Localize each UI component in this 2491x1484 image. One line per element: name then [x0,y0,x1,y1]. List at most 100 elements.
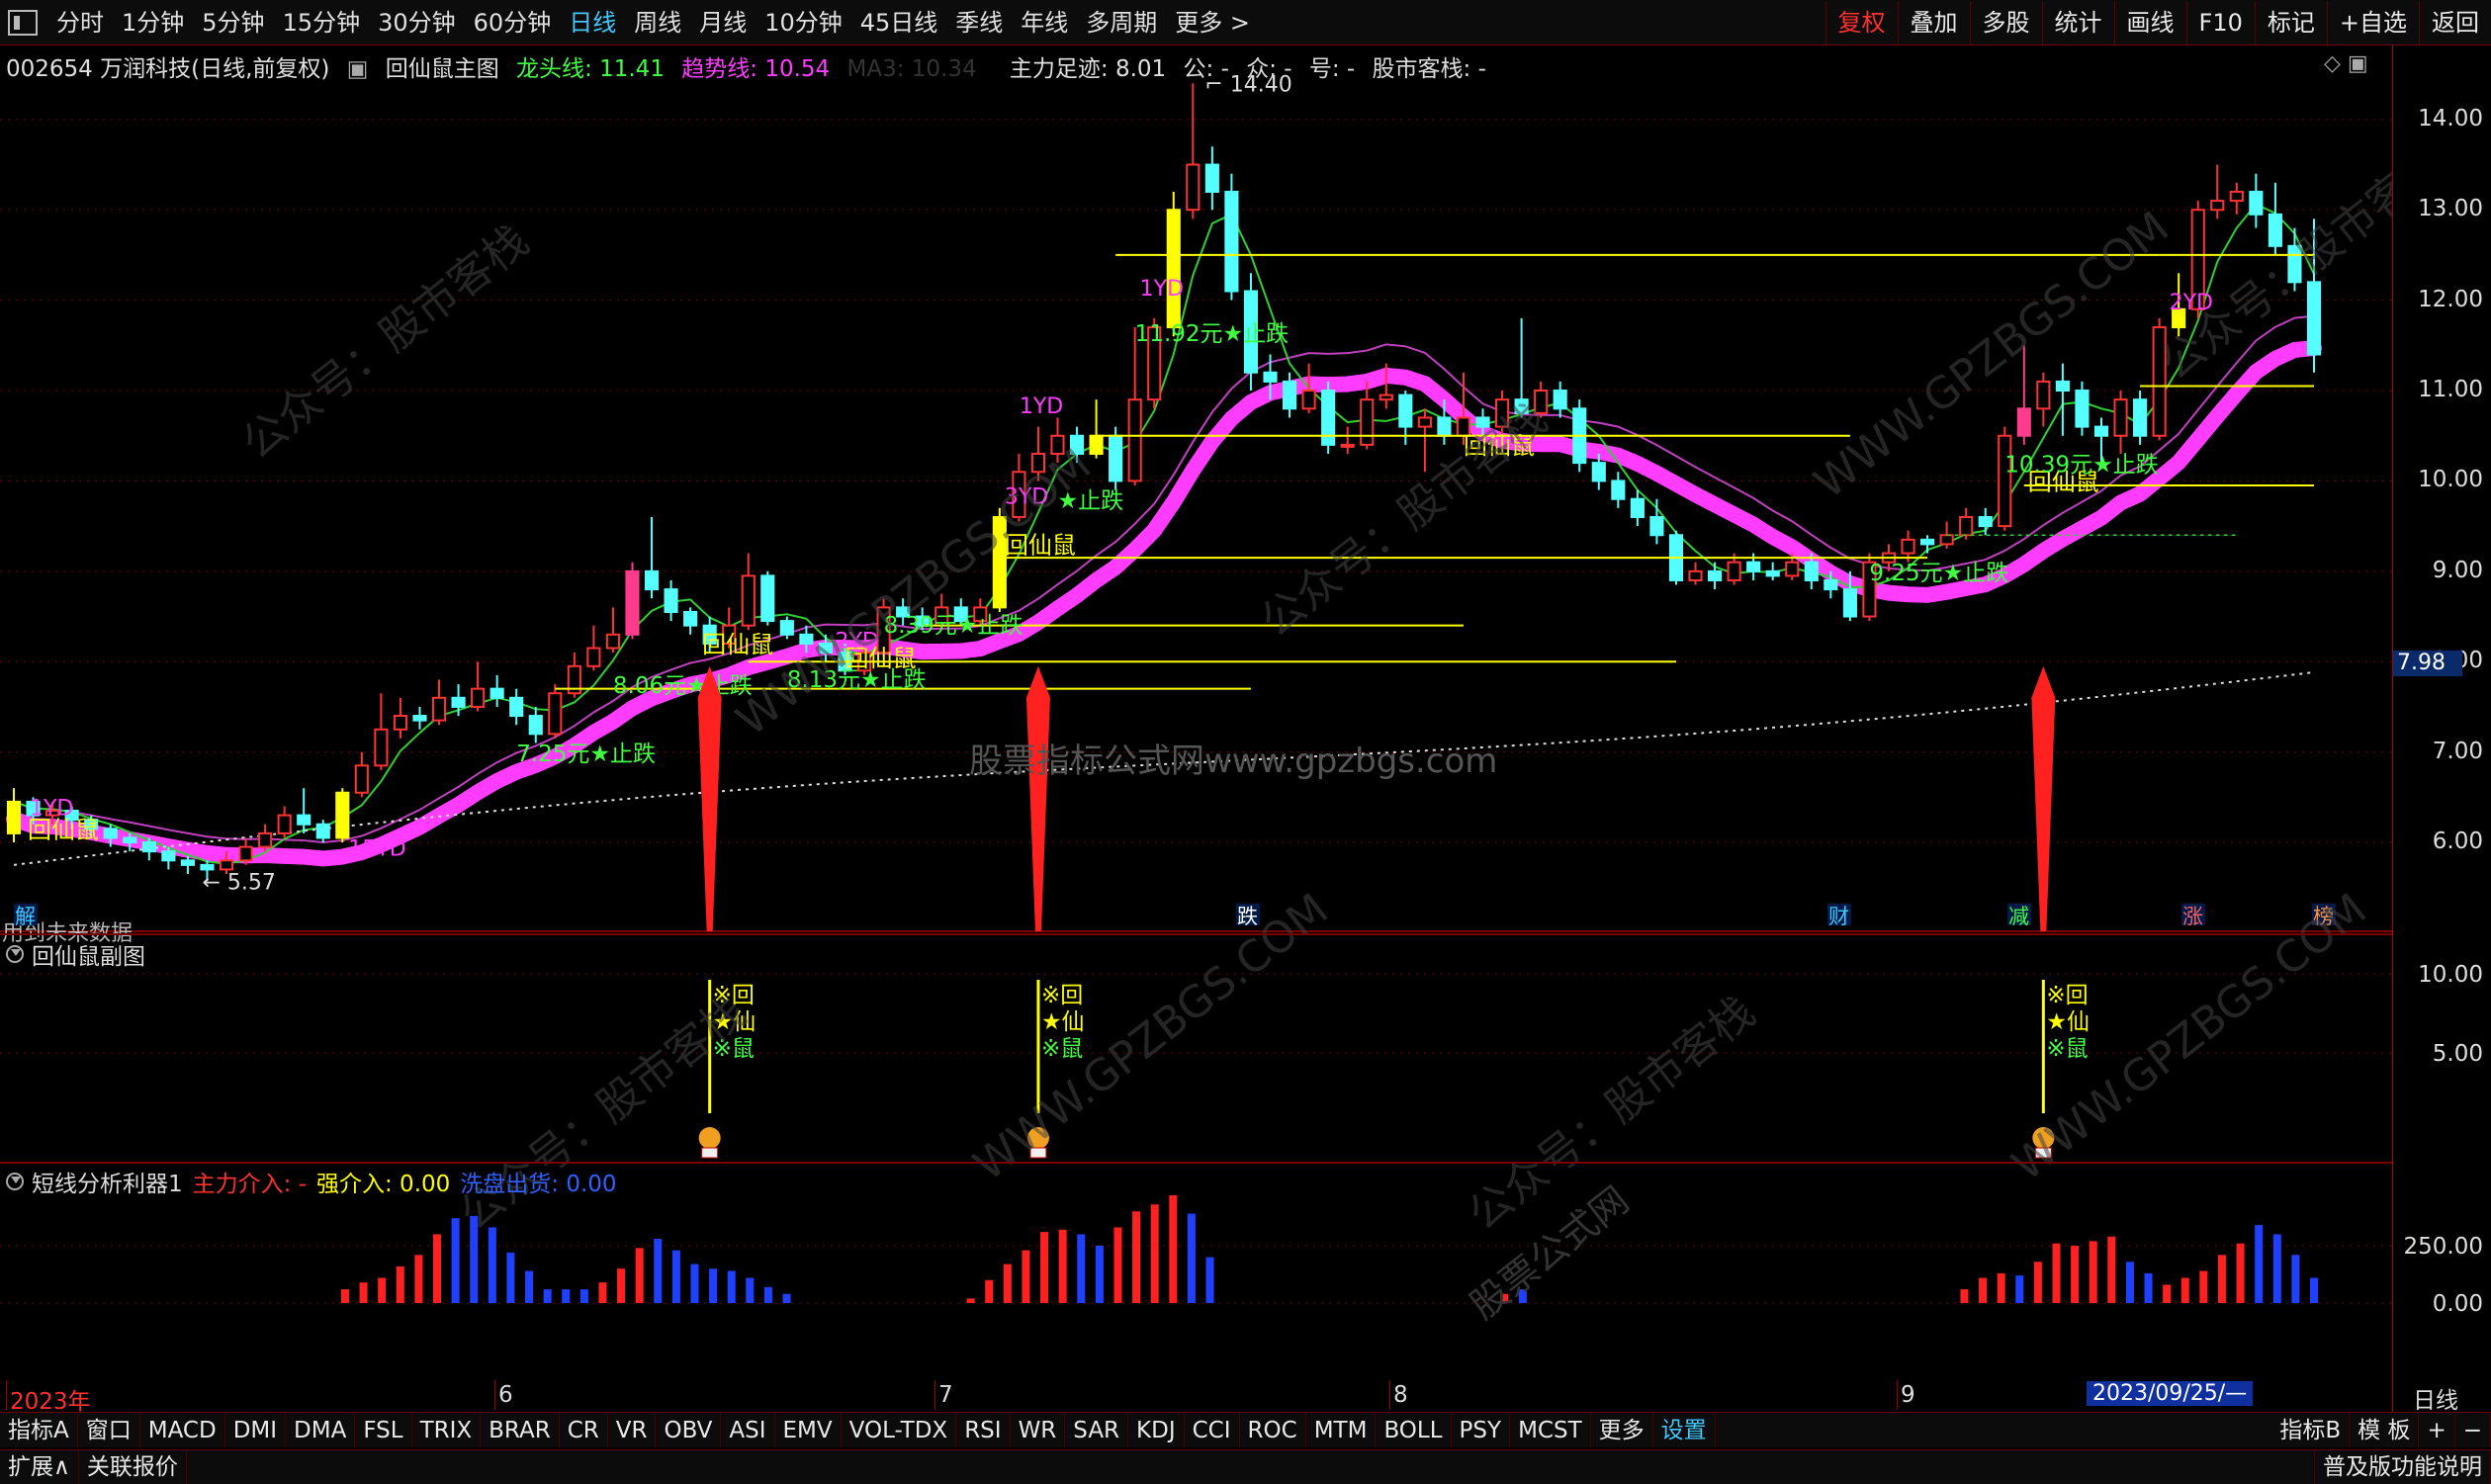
collapse-icon[interactable] [6,1173,24,1190]
candle [354,764,369,794]
period-tab[interactable]: 周线 [625,1,690,44]
indicator-tabs: 指标A 窗口 MACD DMI DMA FSL TRIX BRAR CR VR OBV ASI EMV V… [0,1412,2491,1447]
osc-bar [598,1282,607,1303]
candle [1109,434,1123,482]
candle [548,692,563,736]
indicator-tab[interactable]: KDJ [1128,1413,1185,1447]
indicator-tab[interactable]: 窗口 [78,1413,140,1447]
period-tab[interactable]: 更多 > [1166,1,1259,44]
osc-bar [1997,1272,2005,1303]
menu-icon[interactable] [8,9,38,36]
candle [219,859,234,871]
buy-signal-arrow [697,665,722,931]
period-tab[interactable]: 月线 [690,1,756,44]
sub-pane-title[interactable]: 回仙鼠副图 [0,937,145,971]
bottom-right-button[interactable]: 指标B [2271,1413,2351,1447]
indicator-tab[interactable]: VOL-TDX [842,1413,957,1447]
osc-bar [1169,1194,1178,1303]
candle [200,863,215,871]
period-tab[interactable]: 年线 [1012,1,1077,44]
indicator-tab[interactable]: VR [608,1413,657,1447]
indicator-tab[interactable]: 更多 [1591,1413,1653,1447]
period-tab[interactable]: 多周期 [1077,1,1166,44]
osc-bar [414,1255,423,1303]
candle [586,647,601,667]
collapse-icon[interactable] [6,945,24,963]
indicator-tab[interactable]: DMA [286,1413,356,1447]
period-tabs: 分时 1分钟 5分钟 15分钟 30分钟 60分钟 日线 周线 月线 10分钟 45日线 季线 年线 多周… [47,1,1259,44]
indicator-tab[interactable]: CCI [1185,1413,1240,1447]
period-tab[interactable]: 45日线 [851,1,947,44]
period-tab[interactable]: 1分钟 [113,1,193,44]
osc-pane-title[interactable]: 短线分析利器1 主力介入: - 强介入: 0.00 洗盘出货: 0.00 [0,1165,617,1198]
toolbar-button[interactable]: F10 [2185,0,2255,44]
osc-bar [543,1289,552,1303]
indicator-tab[interactable]: DMI [225,1413,287,1447]
indicator-tab[interactable]: 设置 [1653,1413,1716,1447]
period-tab[interactable]: 15分钟 [274,1,370,44]
candle [1379,393,1393,401]
indicator-tab[interactable]: MTM [1306,1413,1377,1447]
period-tab[interactable]: 季线 [946,1,1012,44]
osc-bar [635,1248,644,1303]
indicator-tab[interactable]: PSY [1452,1413,1511,1447]
indicator-tab[interactable]: 指标A [0,1413,78,1447]
period-label[interactable]: 日线 [2413,1381,2458,1415]
indicator-tab[interactable]: BRAR [481,1413,560,1447]
candle [1901,538,1915,555]
indicator-tab[interactable]: EMV [775,1413,842,1447]
period-tab[interactable]: 日线 [560,1,625,44]
bottom-right-button[interactable]: + [2419,1413,2455,1447]
event-label: 减 [2008,905,2029,928]
indicator-tab[interactable]: ASI [721,1413,775,1447]
bottom-right-button[interactable]: − [2455,1413,2491,1447]
osc-bar [782,1293,791,1303]
watermark-text: 公众号：股市客栈 [1251,393,1557,648]
period-tab[interactable]: 30分钟 [369,1,465,44]
indicator-tab[interactable]: WR [1011,1413,1066,1447]
indicator-tab[interactable]: MACD [140,1413,225,1447]
indicator-tab[interactable]: CR [560,1413,608,1447]
period-tab[interactable]: 分时 [47,1,113,44]
price-tick: 11.00 [2418,377,2483,403]
period-tab[interactable]: 5分钟 [193,1,273,44]
related-quote-button[interactable]: 关联报价 [79,1450,187,1484]
indicator-tab[interactable]: FSL [355,1413,412,1447]
osc-bar [506,1252,515,1303]
candle [1301,390,1316,410]
edition-info[interactable]: 普及版功能说明 [2314,1450,2491,1484]
sub-tick: 10.00 [2418,962,2483,988]
toolbar-button[interactable]: 标记 [2254,0,2327,44]
stop-label: 9.25元★止跌 [1869,561,2008,586]
candle [277,814,292,834]
indicator-tab[interactable]: OBV [656,1413,722,1447]
candle [1804,561,1819,581]
candle [2249,190,2264,216]
indicator-tab[interactable]: ROC [1240,1413,1306,1447]
extend-button[interactable]: 扩展∧ [0,1450,79,1484]
toolbar-button[interactable]: 复权 [1824,0,1898,44]
indicator-tab[interactable]: SAR [1065,1413,1129,1447]
toolbar-button[interactable]: 返回 [2419,0,2491,44]
toolbar-button[interactable]: +自选 [2326,0,2419,44]
osc-bar [340,1289,349,1303]
price-tick: 10.00 [2418,467,2483,493]
x-axis-tick [6,1380,7,1410]
toolbar-button[interactable]: 叠加 [1897,0,1970,44]
osc-bar [2217,1255,2226,1303]
indicator-tab[interactable]: MCST [1510,1413,1591,1447]
candle [605,633,620,650]
toolbar-button[interactable]: 多股 [1969,0,2042,44]
toolbar-button[interactable]: 画线 [2113,0,2186,44]
indicator-tab[interactable]: RSI [956,1413,1011,1447]
candle [1765,569,1780,577]
toolbar-button[interactable]: 统计 [2041,0,2114,44]
indicator-tab[interactable]: TRIX [412,1413,482,1447]
candle [1998,434,2012,528]
candle [374,728,389,767]
period-tab[interactable]: 60分钟 [465,1,561,44]
osc-bar [671,1250,680,1303]
indicator-tab[interactable]: BOLL [1376,1413,1452,1447]
period-tab[interactable]: 10分钟 [756,1,851,44]
bottom-right-button[interactable]: 模 板 [2350,1413,2420,1447]
